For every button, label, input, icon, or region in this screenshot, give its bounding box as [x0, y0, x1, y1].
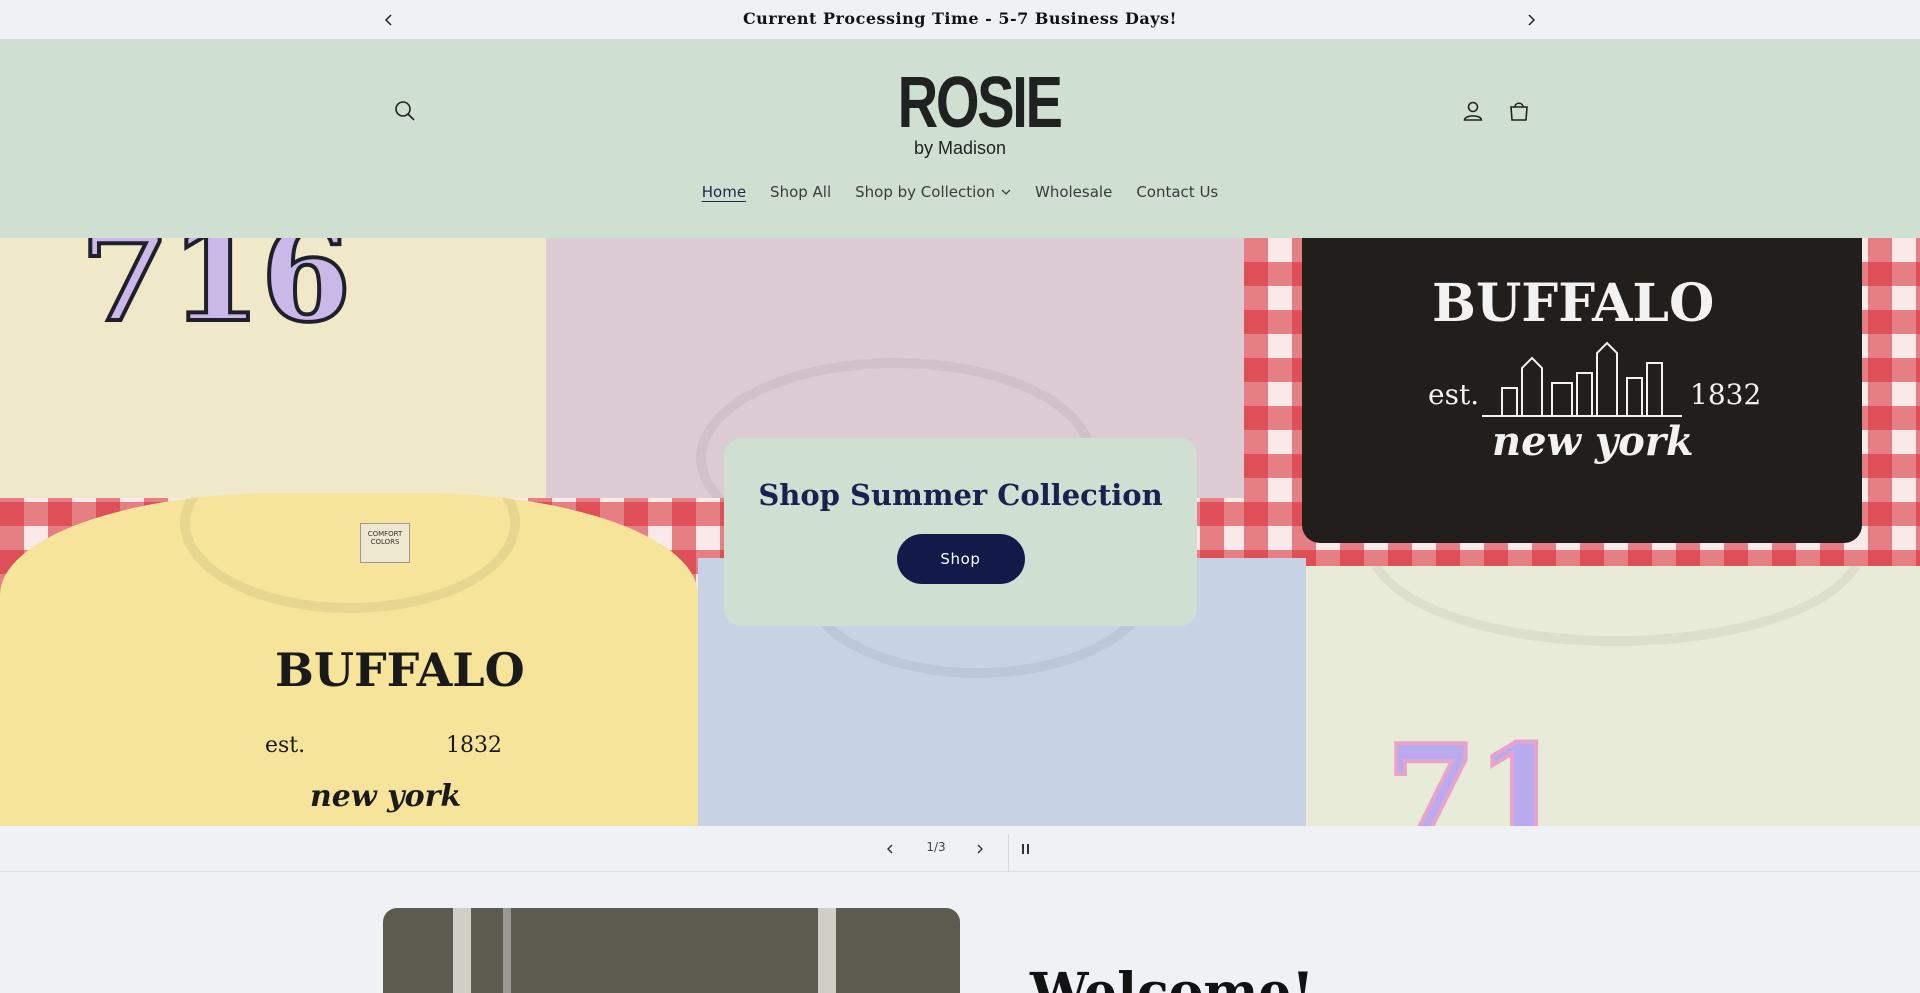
- slide-prev-button[interactable]: [878, 837, 902, 861]
- hero-heading: Shop Summer Collection: [758, 478, 1163, 512]
- tile-est-top: est.: [1428, 378, 1480, 411]
- tile-buffalo-top: BUFFALO: [1432, 273, 1715, 334]
- main-navigation: Home Shop All Shop by Collection Wholesa…: [0, 183, 1920, 201]
- site-header: ROSIE by Madison Home Shop All Shop by C…: [0, 40, 1920, 238]
- hero-image-cream-sweatshirt: 71: [1306, 566, 1920, 826]
- hero-image-yellow-tee: COMFORT COLORS BUFFALO est. 1832 new yor…: [0, 493, 698, 826]
- hero-image-cream-tee: 716: [0, 238, 546, 498]
- hero-content-card: Shop Summer Collection Shop: [724, 438, 1197, 626]
- announcement-text: Current Processing Time - 5-7 Business D…: [742, 9, 1178, 28]
- nav-item-wholesale[interactable]: Wholesale: [1023, 183, 1124, 201]
- account-button[interactable]: [1453, 91, 1493, 131]
- tile-buffalo-bottom: BUFFALO: [275, 643, 525, 697]
- skyline-icon: [1482, 341, 1682, 417]
- announcement-bar: Current Processing Time - 5-7 Business D…: [0, 0, 1920, 40]
- chevron-down-icon: [1001, 189, 1011, 195]
- pause-icon: [1022, 844, 1029, 854]
- tile-tag: COMFORT COLORS: [360, 523, 410, 563]
- account-icon: [1463, 101, 1483, 121]
- slider-controls: 1/3: [0, 826, 1920, 872]
- welcome-heading: Welcome!: [1030, 962, 1315, 993]
- cart-icon: [1510, 102, 1528, 121]
- logo-main-text: ROSIE: [897, 63, 1063, 143]
- tile-city-top: new york: [1492, 418, 1694, 465]
- search-icon: [395, 101, 415, 121]
- tile-year-bottom: 1832: [446, 733, 502, 758]
- image-beam: [503, 908, 511, 993]
- chevron-right-icon: [1528, 14, 1536, 26]
- cart-button[interactable]: [1499, 91, 1539, 131]
- chevron-left-icon: [887, 844, 893, 854]
- nav-item-shop-by-collection[interactable]: Shop by Collection: [843, 183, 1023, 201]
- shop-button[interactable]: Shop: [896, 534, 1025, 584]
- chevron-right-icon: [977, 844, 983, 854]
- slider-divider: [1008, 834, 1009, 872]
- slide-counter: 1/3: [926, 840, 946, 854]
- welcome-image: [383, 908, 960, 993]
- nav-item-contact-us[interactable]: Contact Us: [1124, 183, 1230, 201]
- image-beam: [453, 908, 471, 993]
- search-button[interactable]: [385, 91, 425, 131]
- image-beam: [818, 908, 836, 993]
- tile-city-bottom: new york: [310, 779, 462, 814]
- nav-item-shop-by-collection-label: Shop by Collection: [855, 183, 995, 201]
- announcement-next-button[interactable]: [1519, 8, 1543, 32]
- hero-image-black-sweatshirt: BUFFALO est. 1832 new york: [1302, 238, 1862, 543]
- nav-item-shop-all[interactable]: Shop All: [758, 183, 843, 201]
- hero-slideshow: 716 BUFFALO est. 1832 new york COMFORT C…: [0, 238, 1920, 826]
- nav-item-home[interactable]: Home: [690, 183, 758, 201]
- slide-next-button[interactable]: [968, 837, 992, 861]
- tile-year-top: 1832: [1690, 378, 1762, 411]
- site-logo[interactable]: ROSIE by Madison: [880, 63, 1063, 159]
- tile-est-bottom: est.: [265, 733, 306, 758]
- slideshow-pause-button[interactable]: [1014, 837, 1038, 861]
